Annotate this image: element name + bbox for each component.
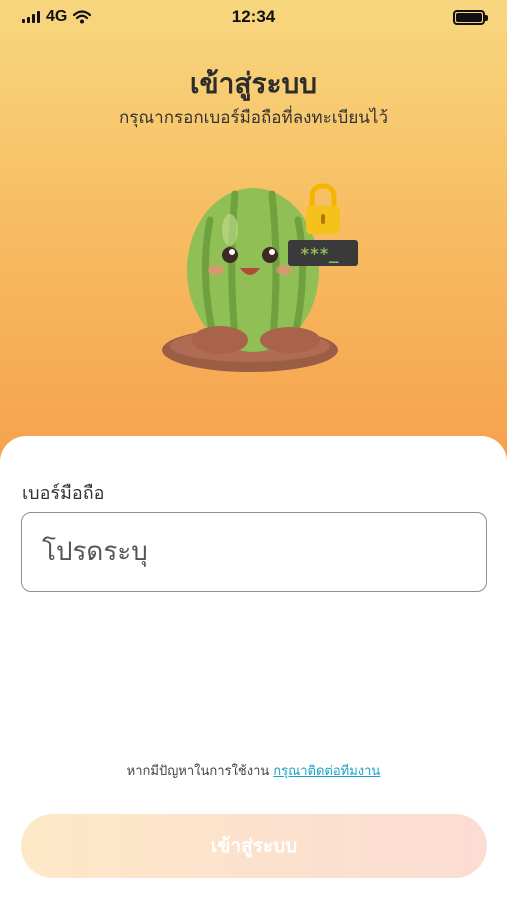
- page-subtitle: กรุณากรอกเบอร์มือถือที่ลงทะเบียนไว้: [118, 108, 389, 128]
- battery-icon: [453, 9, 488, 25]
- status-bar: 4G 12:34: [0, 0, 507, 34]
- password-mask-text: ***_: [300, 244, 339, 263]
- phone-label: เบอร์มือถือ: [22, 483, 105, 504]
- login-button[interactable]: เข้าสู่ระบบ: [21, 814, 487, 878]
- contact-team-link[interactable]: กรุณาติดต่อทีมงาน: [273, 764, 380, 779]
- page-title: เข้าสู่ระบบ: [189, 67, 318, 100]
- wifi-icon: [73, 10, 92, 24]
- signal-icon: [22, 11, 40, 23]
- help-text: หากมีปัญหาในการใช้งาน กรุณาติดต่อทีมงาน: [0, 760, 507, 781]
- help-message: หากมีปัญหาในการใช้งาน: [126, 764, 270, 779]
- phone-input[interactable]: [21, 512, 487, 592]
- network-type: 4G: [46, 8, 68, 25]
- mascot-illustration: ***_: [162, 183, 358, 372]
- padlock-icon: [306, 183, 340, 234]
